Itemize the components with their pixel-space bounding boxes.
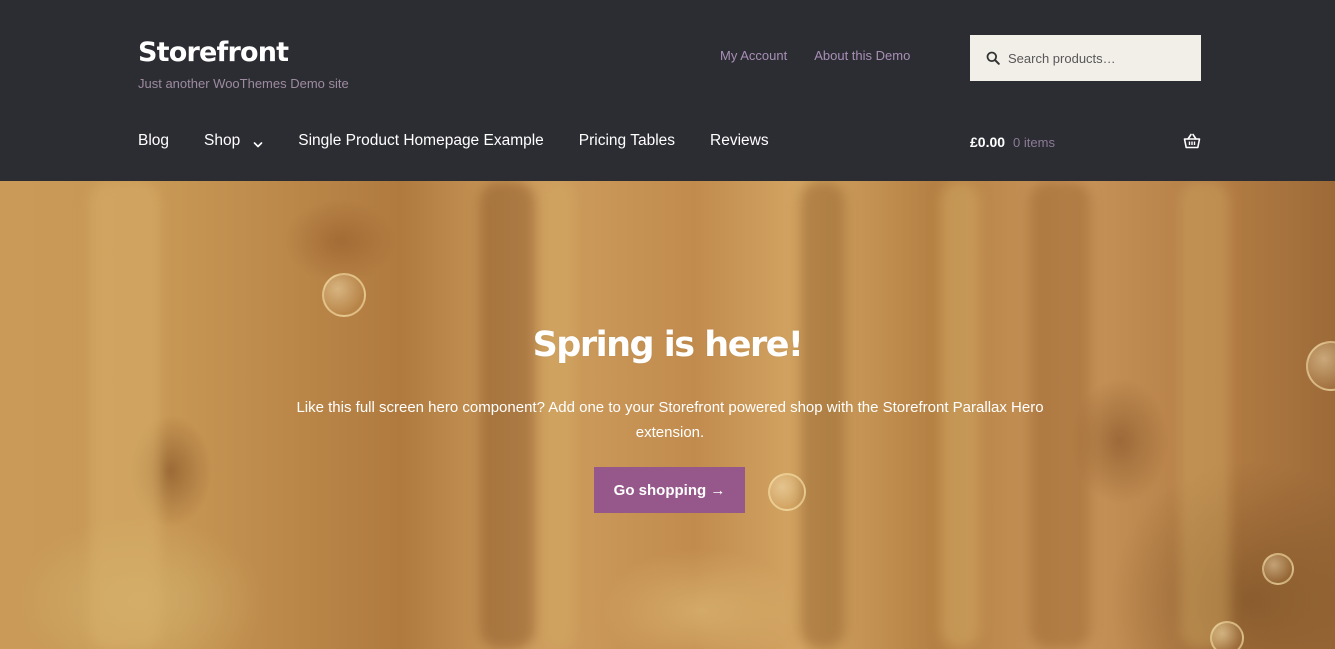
hero-description: Like this full screen hero component? Ad… (296, 399, 1044, 441)
site-header: Storefront Just another WooThemes Demo s… (0, 0, 1335, 181)
go-shopping-button[interactable]: Go shopping → (594, 467, 745, 513)
header-cart[interactable]: £0.00 0 items (970, 131, 1201, 153)
search-icon (986, 51, 1000, 65)
primary-navigation: Blog Shop Single Product Homepage Exampl… (138, 131, 804, 151)
nav-item-label: Shop (204, 132, 241, 149)
secondary-nav-my-account[interactable]: My Account (720, 48, 787, 64)
nav-item-label: Pricing Tables (578, 132, 676, 149)
search-input[interactable] (1008, 50, 1188, 66)
site-title[interactable]: Storefront (138, 36, 289, 70)
secondary-nav-about-demo[interactable]: About this Demo (814, 48, 910, 64)
nav-item-label: Reviews (710, 132, 769, 149)
nav-item-shop[interactable]: Shop (204, 131, 263, 151)
nav-item-label: Blog (138, 132, 170, 149)
basket-icon[interactable] (1183, 132, 1201, 150)
hero-content: Spring is here! Like this full screen he… (0, 181, 1335, 649)
nav-item-blog[interactable]: Blog (138, 131, 169, 151)
nav-item-pricing-tables[interactable]: Pricing Tables (579, 131, 675, 151)
cart-amount: £0.00 (970, 134, 1006, 150)
parallax-hero: Spring is here! Like this full screen he… (0, 181, 1335, 649)
secondary-navigation: My Account About this Demo (720, 48, 910, 64)
nav-item-reviews[interactable]: Reviews (710, 131, 769, 151)
nav-item-single-product[interactable]: Single Product Homepage Example (298, 131, 544, 151)
cart-count: 0 items (1013, 134, 1055, 150)
site-description: Just another WooThemes Demo site (138, 76, 349, 91)
product-search[interactable] (970, 35, 1201, 81)
nav-item-label: Single Product Homepage Example (298, 132, 544, 149)
chevron-down-icon[interactable] (253, 136, 263, 148)
hero-title: Spring is here! (532, 325, 804, 365)
